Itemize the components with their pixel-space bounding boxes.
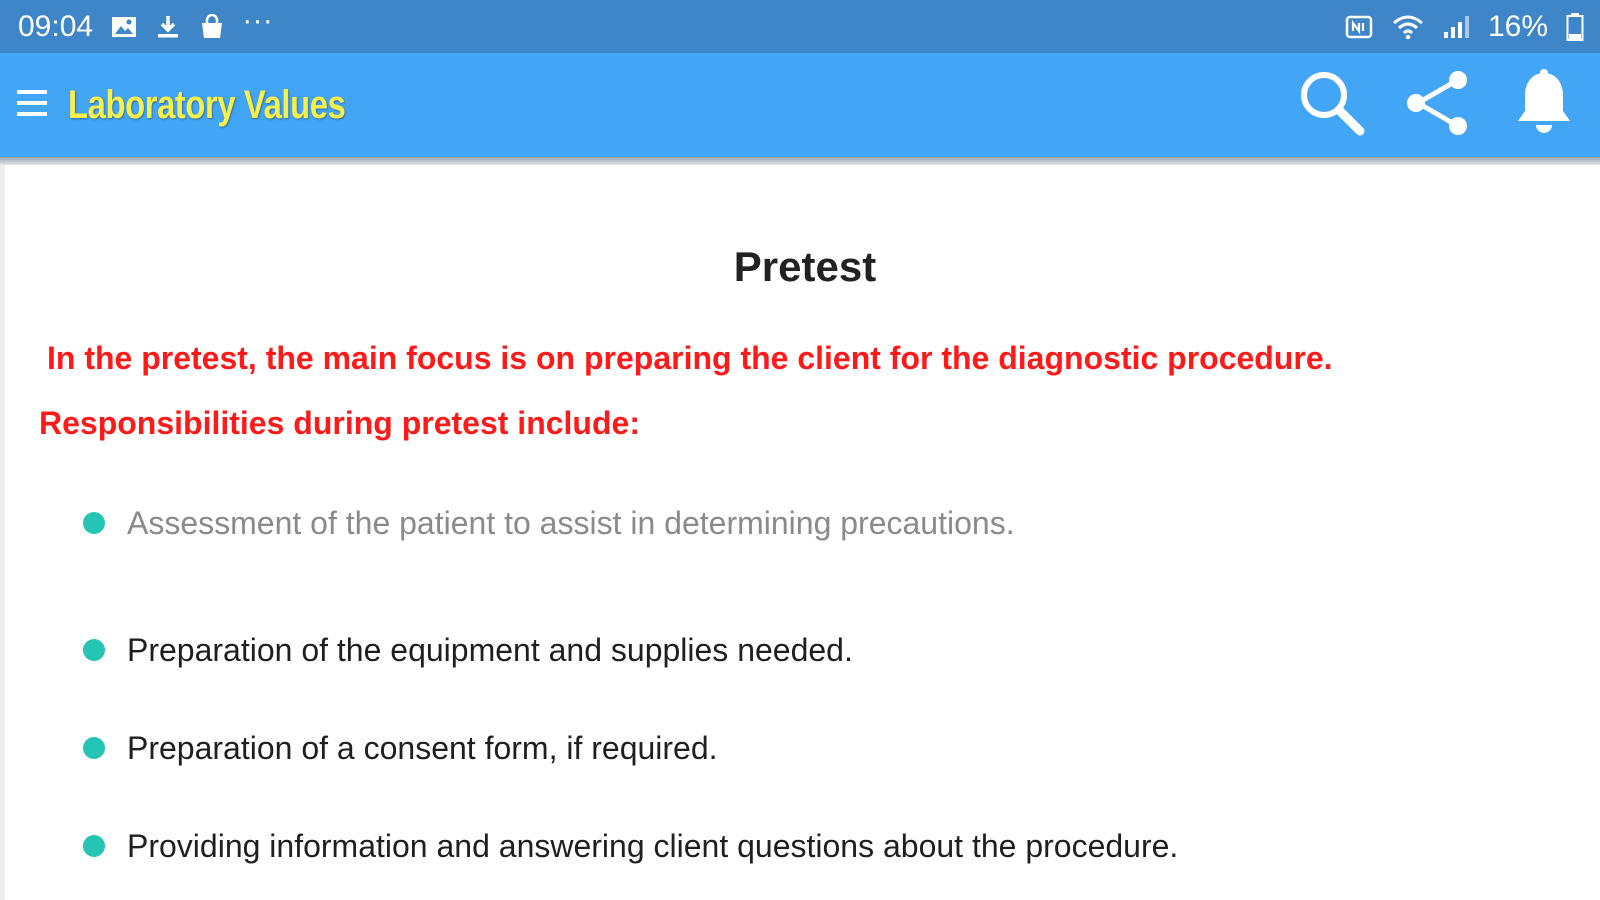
image-icon [111, 15, 137, 39]
battery-icon [1566, 12, 1584, 42]
app-title: Laboratory Values [68, 82, 346, 127]
list-item: Providing information and answering clie… [83, 797, 1178, 895]
bullet-dot-icon [83, 835, 105, 857]
status-left: 09:04 ··· [18, 7, 274, 44]
intro-text: In the pretest, the main focus is on pre… [47, 340, 1333, 376]
app-bar: Laboratory Values [0, 53, 1600, 157]
page-title: Pretest [733, 243, 877, 290]
content-area: Pretest In the pretest, the main focus i… [0, 165, 1600, 900]
wifi-icon [1392, 14, 1424, 40]
status-bar: 09:04 ··· 16% [0, 0, 1600, 53]
responsibilities-heading: Responsibilities during pretest include: [39, 405, 640, 441]
list-item-text: Preparation of a consent form, if requir… [127, 729, 718, 766]
list-item-text: Assessment of the patient to assist in d… [127, 504, 1015, 541]
list-item: Preparation of a consent form, if requir… [83, 699, 1178, 797]
status-right: 16% [1344, 10, 1584, 44]
status-time: 09:04 [18, 9, 94, 43]
search-icon [1296, 67, 1368, 143]
list-item: Preparation of the equipment and supplie… [83, 601, 1178, 699]
signal-icon [1442, 14, 1470, 40]
list-item-text: Providing information and answering clie… [127, 827, 1179, 864]
bag-icon [199, 13, 225, 40]
battery-percent: 16% [1487, 9, 1548, 43]
app-bar-actions [1294, 53, 1582, 157]
app-bar-shadow [0, 157, 1600, 165]
responsibilities-list: Assessment of the patient to assist in d… [83, 503, 1178, 895]
notifications-button[interactable] [1506, 65, 1582, 145]
hamburger-menu-icon [15, 86, 49, 124]
share-icon [1402, 67, 1474, 143]
list-item-text: Preparation of the equipment and supplie… [127, 631, 853, 668]
more-notifications-icon: ··· [243, 7, 274, 38]
bullet-dot-icon [83, 737, 105, 759]
menu-button[interactable] [0, 53, 64, 157]
search-button[interactable] [1294, 65, 1370, 145]
download-icon [155, 14, 181, 40]
share-button[interactable] [1400, 65, 1476, 145]
bullet-dot-icon [83, 512, 105, 534]
list-item: Assessment of the patient to assist in d… [83, 503, 1178, 543]
bullet-dot-icon [83, 639, 105, 661]
bell-icon [1511, 67, 1577, 143]
nfc-icon [1344, 14, 1374, 40]
